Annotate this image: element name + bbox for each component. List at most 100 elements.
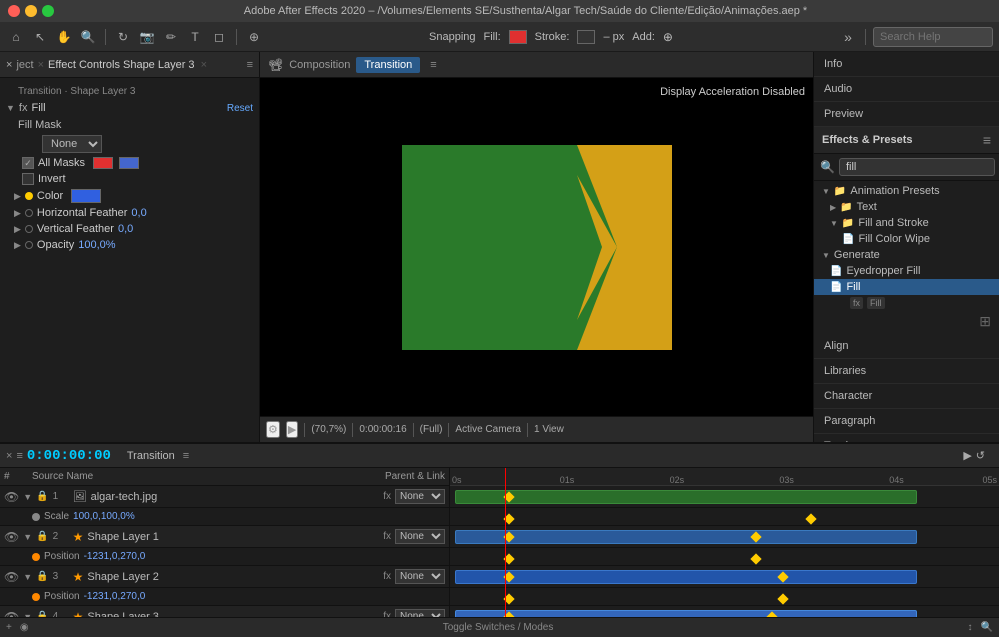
toggle-switches-label[interactable]: Toggle Switches / Modes bbox=[37, 622, 960, 633]
character-panel-item[interactable]: Character bbox=[814, 384, 999, 409]
all-masks-color[interactable] bbox=[93, 157, 113, 169]
tl-close[interactable]: × bbox=[6, 450, 12, 462]
scale-keyframe-start[interactable] bbox=[503, 513, 514, 524]
reset-button[interactable]: Reset bbox=[227, 103, 253, 114]
timeline-timecode[interactable]: 0:00:00:00 bbox=[27, 448, 111, 464]
layer-3-expand[interactable]: ▼ bbox=[23, 572, 32, 582]
panel-tab-project[interactable]: ject bbox=[16, 59, 33, 71]
text-node[interactable]: ▶ 📁 Text bbox=[814, 199, 999, 215]
home-button[interactable]: ⌂ bbox=[6, 27, 26, 47]
layer-2-bar[interactable] bbox=[455, 530, 916, 544]
animation-presets-node[interactable]: ▼ 📁 Animation Presets bbox=[814, 183, 999, 199]
pos3-keyframe-start[interactable] bbox=[503, 593, 514, 604]
text-tool[interactable]: T bbox=[185, 27, 205, 47]
audio-panel-item[interactable]: Audio bbox=[814, 77, 999, 102]
preview-panel-item[interactable]: Preview bbox=[814, 102, 999, 127]
color-swatch-main[interactable] bbox=[71, 189, 101, 203]
layer-2-parent[interactable]: None bbox=[395, 529, 445, 544]
comp-settings-btn[interactable]: ⚙ bbox=[266, 421, 280, 438]
pos2-keyframe-end[interactable] bbox=[750, 553, 761, 564]
fill-color-wipe-node[interactable]: 📄 Fill Color Wipe bbox=[814, 231, 999, 247]
vf-expand[interactable]: ▶ bbox=[14, 224, 21, 235]
playhead[interactable] bbox=[505, 468, 506, 485]
fill-color-swatch[interactable] bbox=[509, 30, 527, 44]
layer-3-bar[interactable] bbox=[455, 570, 916, 584]
layer-3-vis[interactable]: 👁 bbox=[4, 570, 19, 584]
tl-loop-btn[interactable]: ↺ bbox=[976, 449, 985, 462]
tl-expand-btn[interactable]: ↕ bbox=[968, 622, 973, 633]
scale-keyframe-end[interactable] bbox=[805, 513, 816, 524]
layer-4-parent[interactable]: None bbox=[395, 609, 445, 617]
layer-1-lock[interactable]: 🔒 bbox=[36, 491, 48, 502]
hand-tool[interactable]: ✋ bbox=[54, 27, 74, 47]
invert-checkbox[interactable] bbox=[22, 173, 34, 185]
pen-tool[interactable]: ✏ bbox=[161, 27, 181, 47]
shape-tool[interactable]: ◻ bbox=[209, 27, 229, 47]
comp-menu-icon[interactable]: ≡ bbox=[430, 59, 436, 71]
search-input[interactable] bbox=[873, 27, 993, 47]
tl-panel-menu[interactable]: ≡ bbox=[183, 450, 189, 462]
scale-value[interactable]: 100,0,100,0% bbox=[73, 511, 135, 522]
ep-search-input[interactable] bbox=[839, 158, 995, 176]
close-button[interactable] bbox=[8, 5, 20, 17]
libraries-panel-item[interactable]: Libraries bbox=[814, 359, 999, 384]
all-masks-checkbox[interactable] bbox=[22, 157, 34, 169]
layer-2-lock[interactable]: 🔒 bbox=[36, 531, 48, 542]
paragraph-panel-item[interactable]: Paragraph bbox=[814, 409, 999, 434]
align-panel-item[interactable]: Align bbox=[814, 334, 999, 359]
layer-4-bar[interactable] bbox=[455, 610, 916, 617]
tracker-panel-item[interactable]: Tracker bbox=[814, 434, 999, 442]
eyedropper-fill-node[interactable]: 📄 Eyedropper Fill bbox=[814, 263, 999, 279]
fill-stroke-node[interactable]: ▼ 📁 Fill and Stroke bbox=[814, 215, 999, 231]
layer-4-vis[interactable]: 👁 bbox=[4, 610, 19, 618]
fill-mask-select[interactable]: None bbox=[42, 135, 102, 153]
generate-node[interactable]: ▼ Generate bbox=[814, 247, 999, 263]
tl-render-btn[interactable]: ◉ bbox=[20, 622, 29, 633]
tl-add-marker-btn[interactable]: + bbox=[6, 622, 12, 633]
zoom-label[interactable]: (70,7%) bbox=[311, 424, 346, 435]
comp-tab[interactable]: Transition bbox=[356, 57, 420, 73]
layer-3-parent[interactable]: None bbox=[395, 569, 445, 584]
fill-node[interactable]: 📄 Fill bbox=[814, 279, 999, 295]
more-tools-button[interactable]: » bbox=[838, 27, 858, 47]
tl-menu[interactable]: ≡ bbox=[16, 450, 22, 462]
pos3-keyframe-end[interactable] bbox=[778, 593, 789, 604]
v-feather-value[interactable]: 0,0 bbox=[118, 223, 133, 235]
tl-zoom-btn[interactable]: 🔍 bbox=[981, 622, 993, 633]
h-feather-value[interactable]: 0,0 bbox=[131, 207, 146, 219]
rotate-tool[interactable]: ↻ bbox=[113, 27, 133, 47]
stroke-color-swatch[interactable] bbox=[577, 30, 595, 44]
camera-tool[interactable]: 📷 bbox=[137, 27, 157, 47]
layer-4-row[interactable]: 👁 ▼ 🔒 4 ★ Shape Layer 3 fx None bbox=[0, 606, 449, 617]
fill-expand-triangle[interactable]: ▼ bbox=[6, 103, 15, 113]
opacity-expand[interactable]: ▶ bbox=[14, 240, 21, 251]
all-masks-color2[interactable] bbox=[119, 157, 139, 169]
layer-2-vis[interactable]: 👁 bbox=[4, 530, 19, 544]
ep-menu-icon[interactable]: ≡ bbox=[983, 132, 991, 148]
layer-1-vis[interactable]: 👁 bbox=[4, 490, 19, 504]
info-panel-item[interactable]: Info bbox=[814, 52, 999, 77]
quality-label[interactable]: (Full) bbox=[420, 424, 443, 435]
layer-1-parent[interactable]: None bbox=[395, 489, 445, 504]
opacity-value[interactable]: 100,0% bbox=[78, 239, 115, 251]
pointer-tool[interactable]: ↖ bbox=[30, 27, 50, 47]
puppet-tool[interactable]: ⊕ bbox=[244, 27, 264, 47]
tl-play-btn[interactable]: ▶ bbox=[963, 449, 971, 462]
camera-label[interactable]: Active Camera bbox=[455, 424, 521, 435]
layer-1-row[interactable]: 👁 ▼ 🔒 1 🖼 algar-tech.jpg fx None bbox=[0, 486, 449, 508]
pos3-value[interactable]: -1231,0,270,0 bbox=[84, 591, 146, 602]
layer-2-row[interactable]: 👁 ▼ 🔒 2 ★ Shape Layer 1 fx None bbox=[0, 526, 449, 548]
comp-render-btn[interactable]: ▶ bbox=[286, 421, 298, 438]
layer-1-bar[interactable] bbox=[455, 490, 916, 504]
pos2-value[interactable]: -1231,0,270,0 bbox=[84, 551, 146, 562]
view-label[interactable]: 1 View bbox=[534, 424, 564, 435]
zoom-tool[interactable]: 🔍 bbox=[78, 27, 98, 47]
layer-3-row[interactable]: 👁 ▼ 🔒 3 ★ Shape Layer 2 fx None bbox=[0, 566, 449, 588]
layer-2-expand[interactable]: ▼ bbox=[23, 532, 32, 542]
panel-menu-icon[interactable]: ≡ bbox=[247, 59, 253, 71]
panel-close[interactable]: × bbox=[6, 59, 12, 71]
color-expand[interactable]: ▶ bbox=[14, 191, 21, 202]
maximize-button[interactable] bbox=[42, 5, 54, 17]
pos2-keyframe-start[interactable] bbox=[503, 553, 514, 564]
minimize-button[interactable] bbox=[25, 5, 37, 17]
